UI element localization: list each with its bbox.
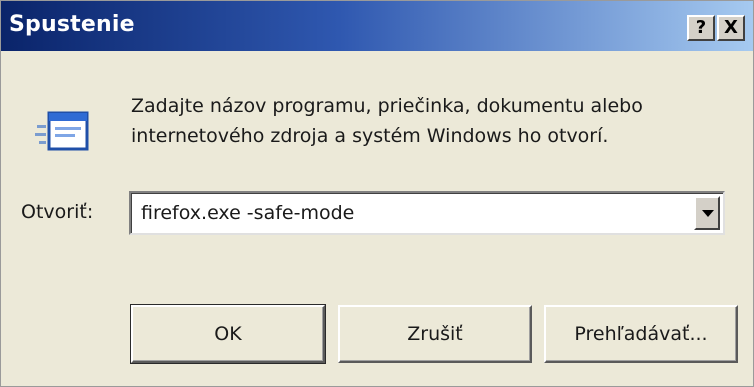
window-title: Spustenie <box>9 12 135 37</box>
open-field-label: Otvoriť: <box>21 201 94 223</box>
instruction-line-2: internetového zdroja a systém Windows ho… <box>131 125 609 147</box>
title-bar[interactable]: Spustenie ? X <box>1 1 753 51</box>
run-program-icon <box>35 111 89 151</box>
run-dialog: Spustenie ? X Zadajte názov programu, pr… <box>0 0 754 387</box>
help-button[interactable]: ? <box>687 15 715 41</box>
instruction-line-1: Zadajte názov programu, priečinka, dokum… <box>131 95 643 117</box>
open-combobox[interactable]: firefox.exe -safe-mode <box>129 191 725 235</box>
instruction-text: Zadajte názov programu, priečinka, dokum… <box>131 91 731 151</box>
close-button[interactable]: X <box>717 15 745 41</box>
browse-button[interactable]: Prehľadávať... <box>544 305 738 363</box>
cancel-button[interactable]: Zrušiť <box>338 305 532 363</box>
dropdown-button[interactable] <box>694 196 720 230</box>
open-input[interactable]: firefox.exe -safe-mode <box>141 202 354 224</box>
ok-button[interactable]: OK <box>130 304 326 364</box>
chevron-down-icon <box>702 210 714 217</box>
